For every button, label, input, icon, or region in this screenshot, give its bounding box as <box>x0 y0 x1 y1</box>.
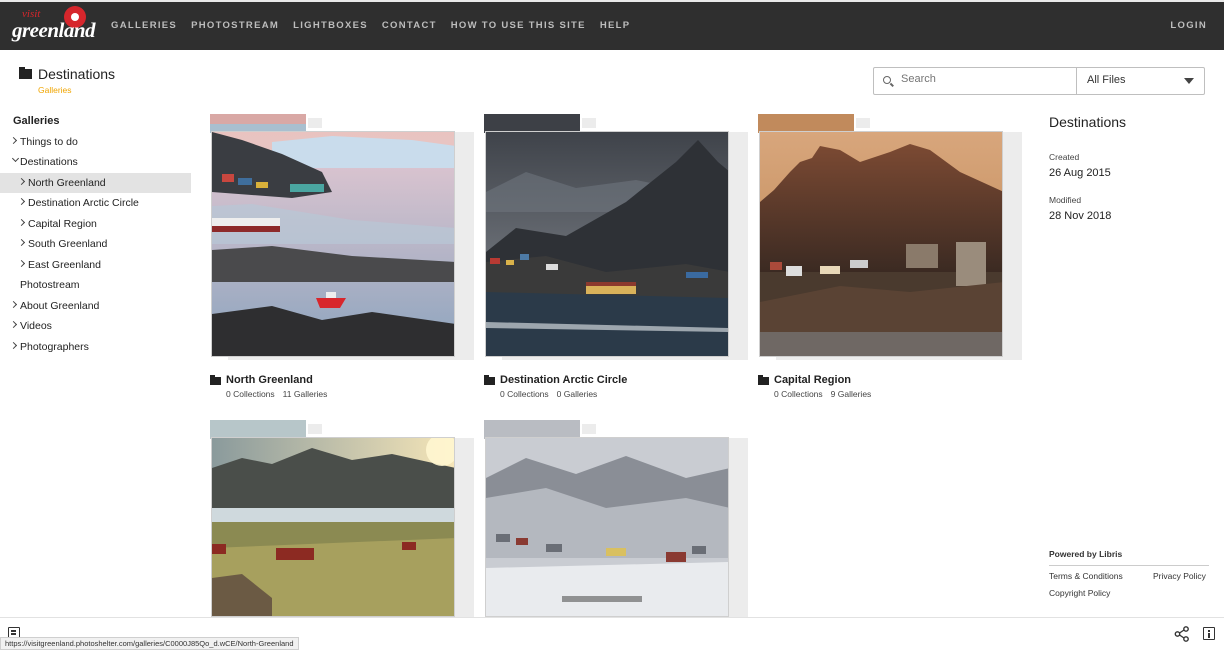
nav-lightboxes[interactable]: LIGHTBOXES <box>293 20 368 31</box>
main-nav: GALLERIES PHOTOSTREAM LIGHTBOXES CONTACT… <box>111 20 644 31</box>
gallery-thumbnail[interactable] <box>485 437 729 617</box>
card-title[interactable]: Destination Arctic Circle <box>500 374 627 386</box>
tree-item-label: Destination Arctic Circle <box>28 197 139 209</box>
chevron-right-icon[interactable] <box>9 341 18 350</box>
tree-item-capital-region[interactable]: Capital Region <box>0 214 191 234</box>
status-bar-url: https://visitgreenland.photoshelter.com/… <box>0 637 299 650</box>
filter-selected-value: All Files <box>1087 74 1126 86</box>
tree-item-destinations[interactable]: Destinations <box>0 152 191 172</box>
stack-tab <box>856 118 870 128</box>
footer-divider <box>1049 565 1209 566</box>
details-title: Destinations <box>1049 114 1127 130</box>
search-bar: All Files <box>873 67 1205 95</box>
copyright-link[interactable]: Copyright Policy <box>1049 588 1110 598</box>
stack-tab <box>308 118 322 128</box>
chevron-right-icon[interactable] <box>17 238 26 247</box>
window-edge <box>0 0 1224 2</box>
page-title: Destinations <box>38 66 116 82</box>
tree-item-label: Things to do <box>20 136 78 148</box>
chevron-right-icon[interactable] <box>17 218 26 227</box>
chevron-right-icon[interactable] <box>17 197 26 206</box>
nav-photostream[interactable]: PHOTOSTREAM <box>191 20 279 31</box>
gallery-thumbnail[interactable] <box>211 131 455 357</box>
top-navigation-bar: visit greenland GALLERIES PHOTOSTREAM LI… <box>0 0 1224 50</box>
tree-item-destination-arctic-circle[interactable]: Destination Arctic Circle <box>0 193 191 213</box>
info-icon[interactable] <box>1203 627 1215 640</box>
tree-item-label: Photographers <box>20 341 89 353</box>
stack-tab <box>308 424 322 434</box>
privacy-link[interactable]: Privacy Policy <box>1153 571 1206 581</box>
chevron-down-icon[interactable] <box>11 154 20 163</box>
tree-item-about-greenland[interactable]: About Greenland <box>0 296 191 316</box>
search-input[interactable] <box>901 73 1071 85</box>
tree-item-label: Destinations <box>20 156 78 168</box>
tree-item-south-greenland[interactable]: South Greenland <box>0 234 191 254</box>
chevron-down-icon <box>1184 78 1194 84</box>
card-title[interactable]: Capital Region <box>774 374 851 386</box>
nav-contact[interactable]: CONTACT <box>382 20 437 31</box>
terms-link[interactable]: Terms & Conditions <box>1049 571 1123 581</box>
tree-item-east-greenland[interactable]: East Greenland <box>0 255 191 275</box>
breadcrumb-galleries[interactable]: Galleries <box>38 85 72 95</box>
stack-tab <box>582 424 596 434</box>
collections-count: 0 Collections <box>500 389 549 399</box>
tree-heading[interactable]: Galleries <box>13 115 59 127</box>
chevron-right-icon[interactable] <box>9 136 18 145</box>
gallery-thumbnail[interactable] <box>759 131 1003 357</box>
card-title[interactable]: North Greenland <box>226 374 313 386</box>
tree-item-label: East Greenland <box>28 259 101 271</box>
folder-icon <box>210 375 221 385</box>
tree-item-north-greenland[interactable]: North Greenland <box>0 173 191 193</box>
chevron-right-icon[interactable] <box>17 177 26 186</box>
folder-icon <box>758 375 769 385</box>
created-date: 26 Aug 2015 <box>1049 167 1111 179</box>
stack-tab <box>582 118 596 128</box>
tree-item-label: South Greenland <box>28 238 108 250</box>
search-icon <box>883 76 891 84</box>
nav-how-to-use[interactable]: HOW TO USE THIS SITE <box>451 20 586 31</box>
modified-label: Modified <box>1049 195 1082 205</box>
galleries-count: 11 Galleries <box>282 389 328 399</box>
folder-icon <box>484 375 495 385</box>
tree-item-label: About Greenland <box>20 300 100 312</box>
tree-item-things-to-do[interactable]: Things to do <box>0 132 191 152</box>
nav-help[interactable]: HELP <box>600 20 631 31</box>
logo-greenland-text: greenland <box>12 18 96 42</box>
tree-item-photostream[interactable]: Photostream <box>0 275 191 295</box>
gallery-thumbnail[interactable] <box>485 131 729 357</box>
share-icon[interactable] <box>1174 626 1190 642</box>
tree-item-videos[interactable]: Videos <box>0 316 191 336</box>
card-meta: 0 Collections 0 Galleries <box>500 389 597 399</box>
collections-count: 0 Collections <box>774 389 823 399</box>
nav-galleries[interactable]: GALLERIES <box>111 20 177 31</box>
tree-item-label: Videos <box>20 320 52 332</box>
file-filter-select[interactable]: All Files <box>1077 68 1204 94</box>
chevron-right-icon[interactable] <box>17 259 26 268</box>
chevron-right-icon[interactable] <box>9 320 18 329</box>
galleries-count: 9 Galleries <box>830 389 872 399</box>
galleries-count: 0 Galleries <box>556 389 598 399</box>
card-meta: 0 Collections 11 Galleries <box>226 389 327 399</box>
login-link[interactable]: LOGIN <box>1170 20 1207 31</box>
tree-item-label: Capital Region <box>28 218 97 230</box>
powered-by-libris[interactable]: Powered by Libris <box>1049 549 1122 559</box>
created-label: Created <box>1049 152 1080 162</box>
card-meta: 0 Collections 9 Galleries <box>774 389 871 399</box>
chevron-right-icon[interactable] <box>9 300 18 309</box>
modified-date: 28 Nov 2018 <box>1049 210 1112 222</box>
tree-item-photographers[interactable]: Photographers <box>0 337 191 357</box>
gallery-thumbnail[interactable] <box>211 437 455 617</box>
tree-item-label: North Greenland <box>28 177 106 189</box>
collections-count: 0 Collections <box>226 389 275 399</box>
folder-icon <box>19 67 32 79</box>
visit-greenland-logo[interactable]: visit greenland <box>12 6 96 46</box>
search-field[interactable] <box>874 68 1077 94</box>
tree-item-label: Photostream <box>20 279 80 291</box>
